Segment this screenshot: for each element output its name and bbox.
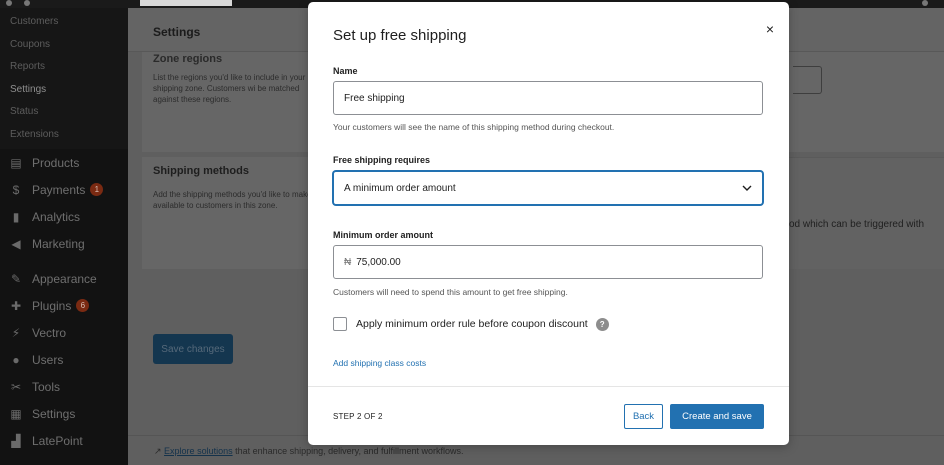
- zone-regions-description: List the regions you'd like to include i…: [153, 73, 306, 104]
- requires-select-value: A minimum order amount: [344, 182, 456, 194]
- submenu-item-reports[interactable]: Reports: [0, 56, 128, 79]
- chevron-down-icon: [742, 183, 752, 193]
- admin-bar-search[interactable]: [140, 0, 232, 6]
- appearance-icon: ✎: [10, 271, 22, 286]
- sidebar-item-marketing[interactable]: ◀ Marketing: [0, 230, 128, 257]
- add-shipping-class-costs-link[interactable]: Add shipping class costs: [333, 358, 426, 368]
- submenu-item-settings[interactable]: Settings: [0, 79, 128, 102]
- woocommerce-submenu: Customers Coupons Reports Settings Statu…: [0, 8, 128, 149]
- sidebar-item-label: Products: [32, 155, 80, 170]
- name-help-text: Your customers will see the name of this…: [333, 122, 615, 132]
- sidebar-item-label: Tools: [32, 379, 61, 394]
- submenu-item-coupons[interactable]: Coupons: [0, 34, 128, 57]
- footer-note-text: that enhance shipping, delivery, and ful…: [232, 446, 464, 456]
- admin-sidebar: Customers Coupons Reports Settings Statu…: [0, 8, 128, 465]
- explore-solutions-link[interactable]: Explore solutions: [164, 446, 233, 456]
- sidebar-item-label: Marketing: [32, 236, 85, 251]
- sidebar-item-label: Appearance: [32, 271, 97, 286]
- sidebar-item-payments[interactable]: $ Payments 1: [0, 176, 128, 203]
- step-indicator: STEP 2 OF 2: [333, 412, 383, 421]
- modal-title: Set up free shipping: [333, 27, 467, 44]
- users-icon: ●: [12, 352, 20, 367]
- modal-footer-divider: [308, 386, 789, 387]
- wordpress-logo-icon[interactable]: [6, 0, 12, 6]
- latepoint-icon: ▟: [11, 433, 21, 448]
- notification-badge: 6: [76, 299, 90, 312]
- shipping-methods-table: [775, 157, 944, 269]
- requires-label: Free shipping requires: [333, 155, 431, 165]
- sidebar-menu: ▤ Products $ Payments 1 ▮ Analytics ◀ Marketing ✎…: [0, 149, 128, 454]
- sidebar-item-plugins[interactable]: ✚ Plugins 6: [0, 292, 128, 319]
- shipping-methods-title: Shipping methods: [153, 165, 249, 177]
- footer-note: ↗ Explore solutions that enhance shippin…: [154, 446, 464, 457]
- back-button[interactable]: Back: [624, 404, 663, 429]
- sidebar-item-label: Settings: [32, 406, 76, 421]
- vectro-icon: ⚡: [11, 325, 21, 340]
- shipping-methods-row-text: od which can be triggered with: [789, 219, 925, 230]
- coupon-rule-label[interactable]: Apply minimum order rule before coupon d…: [356, 318, 588, 330]
- sidebar-item-label: Plugins: [32, 298, 72, 313]
- sidebar-item-label: Analytics: [32, 209, 81, 224]
- help-icon[interactable]: ?: [595, 317, 609, 331]
- minimum-amount-value: 75,000.00: [356, 256, 401, 268]
- sidebar-item-label: LatePoint: [32, 433, 83, 448]
- menu-separator: [0, 257, 128, 265]
- external-link-icon: ↗: [154, 446, 165, 456]
- shipping-methods-description: Add the shipping methods you'd like to m…: [153, 190, 312, 210]
- settings-icon: ▦: [10, 406, 22, 421]
- name-field[interactable]: Free shipping: [333, 81, 763, 115]
- submenu-item-status[interactable]: Status: [0, 101, 128, 124]
- free-shipping-modal: Set up free shipping × Name Free shippin…: [308, 2, 789, 445]
- coupon-rule-checkbox[interactable]: [333, 317, 347, 331]
- payments-icon: $: [12, 182, 20, 197]
- analytics-icon: ▮: [12, 209, 20, 224]
- account-icon[interactable]: [922, 0, 928, 6]
- name-label: Name: [333, 66, 358, 76]
- notification-badge: 1: [90, 183, 104, 196]
- sidebar-item-latepoint[interactable]: ▟ LatePoint: [0, 427, 128, 454]
- sidebar-item-label: Vectro: [32, 325, 67, 340]
- submenu-item-extensions[interactable]: Extensions: [0, 124, 128, 147]
- sidebar-item-vectro[interactable]: ⚡ Vectro: [0, 319, 128, 346]
- sidebar-item-label: Payments: [32, 182, 86, 197]
- submenu-item-customers[interactable]: Customers: [0, 11, 128, 34]
- plugins-icon: ✚: [10, 298, 22, 313]
- minimum-amount-help-text: Customers will need to spend this amount…: [333, 287, 568, 297]
- marketing-icon: ◀: [11, 236, 21, 251]
- create-and-save-button[interactable]: Create and save: [670, 404, 764, 429]
- products-icon: ▤: [10, 155, 22, 170]
- close-icon[interactable]: ×: [763, 22, 777, 36]
- currency-symbol: ₦: [344, 256, 352, 268]
- requires-select[interactable]: A minimum order amount: [333, 171, 763, 205]
- sidebar-item-appearance[interactable]: ✎ Appearance: [0, 265, 128, 292]
- tools-icon: ✂: [10, 379, 22, 394]
- sidebar-item-users[interactable]: ● Users: [0, 346, 128, 373]
- minimum-amount-field[interactable]: ₦ 75,000.00: [333, 245, 763, 279]
- name-field-value: Free shipping: [344, 92, 405, 104]
- coupon-rule-row: Apply minimum order rule before coupon d…: [333, 317, 609, 331]
- page-title: Settings: [153, 25, 201, 39]
- save-changes-button[interactable]: Save changes: [153, 334, 233, 364]
- zone-regions-input[interactable]: [793, 66, 822, 94]
- sidebar-item-analytics[interactable]: ▮ Analytics: [0, 203, 128, 230]
- sidebar-item-products[interactable]: ▤ Products: [0, 149, 128, 176]
- sidebar-item-tools[interactable]: ✂ Tools: [0, 373, 128, 400]
- sidebar-item-label: Users: [32, 352, 64, 367]
- zone-regions-title: Zone regions: [153, 53, 223, 65]
- sidebar-item-settings[interactable]: ▦ Settings: [0, 400, 128, 427]
- home-icon[interactable]: [24, 0, 30, 6]
- minimum-amount-label: Minimum order amount: [333, 230, 434, 240]
